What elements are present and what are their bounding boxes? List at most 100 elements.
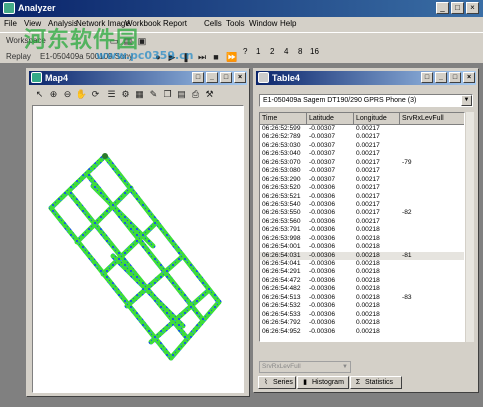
cell-time: 06:26:53:070 xyxy=(262,158,301,166)
table-row[interactable]: 06:26:53:998 -0.00306 0.00218 xyxy=(260,234,464,243)
cell-latitude: -0.00306 xyxy=(309,285,336,293)
cell-latitude: -0.00306 xyxy=(309,234,336,242)
menu-file[interactable]: File xyxy=(4,19,17,28)
column-header-srvrxlevfull[interactable]: SrvRxLevFull xyxy=(400,113,464,125)
table-window-minimize-button[interactable]: _ xyxy=(435,72,447,83)
table-row[interactable]: 06:26:52:789 -0.00307 0.00217 xyxy=(260,133,464,141)
properties-icon[interactable]: ⚒ xyxy=(203,88,216,101)
table-icon xyxy=(258,72,269,83)
table-row[interactable]: 06:26:53:290 -0.00307 0.00217 xyxy=(260,176,464,184)
series-select[interactable]: SrvRxLevFull ▼ xyxy=(259,361,351,373)
zoom-out-icon[interactable]: ⊖ xyxy=(61,88,74,101)
map-window-maximize-button[interactable]: □ xyxy=(220,72,232,83)
menu-help[interactable]: Help xyxy=(280,19,296,28)
close-button[interactable]: × xyxy=(466,2,479,14)
table-row[interactable]: 06:26:53:070 -0.00307 0.00217 -79 xyxy=(260,158,464,167)
minimize-button[interactable]: _ xyxy=(436,2,449,14)
cell-longitude: 0.00218 xyxy=(356,226,380,234)
column-header-longitude[interactable]: Longitude xyxy=(354,113,400,125)
column-header-latitude[interactable]: Latitude xyxy=(307,113,354,125)
cell-srvrxlevfull: -82 xyxy=(402,209,412,217)
series-select-value: SrvRxLevFull xyxy=(262,363,301,370)
cell-time: 06:26:53:080 xyxy=(262,167,301,175)
table-row[interactable]: 06:26:53:550 -0.00306 0.00217 -82 xyxy=(260,209,464,217)
paste-icon[interactable]: ▤ xyxy=(175,88,188,101)
table-window-restore-button[interactable]: □ xyxy=(421,72,433,83)
table-row[interactable]: 06:26:53:540 -0.00306 0.00217 xyxy=(260,201,464,209)
menu-tools[interactable]: Tools xyxy=(226,19,245,28)
table-row[interactable]: 06:26:54:482 -0.00306 0.00218 xyxy=(260,285,464,293)
map-window[interactable]: Map4 □ _ □ × ↖ ⊕ ⊖ ✋ ⟳ ☰ ⚙ ▦ ✎ ❐ ▤ ⎙ ⚒ xyxy=(26,68,250,397)
table-row[interactable]: 06:26:54:291 -0.00306 0.00218 xyxy=(260,268,464,276)
speed-help-button[interactable]: ? xyxy=(243,47,247,56)
step-forward-icon[interactable]: ⏭ xyxy=(196,51,208,63)
table-row[interactable]: 06:26:53:040 -0.00307 0.00217 xyxy=(260,150,464,158)
table-window-title-bar[interactable]: Table4 □ _ □ × xyxy=(256,71,476,85)
table-window[interactable]: Table4 □ _ □ × E1-050409a Sagem DT190/29… xyxy=(253,68,479,393)
settings-gear-icon[interactable]: ⚙ xyxy=(119,88,132,101)
menu-report[interactable]: Report xyxy=(163,19,187,28)
maximize-button[interactable]: □ xyxy=(451,2,464,14)
zoom-in-icon[interactable]: ⊕ xyxy=(47,88,60,101)
map-canvas[interactable] xyxy=(32,105,244,393)
map-window-minimize-button[interactable]: _ xyxy=(206,72,218,83)
table-window-close-button[interactable]: × xyxy=(463,72,475,83)
stop-icon[interactable]: ■ xyxy=(210,51,222,63)
table-row[interactable]: 06:26:52:599 -0.00307 0.00217 xyxy=(260,125,464,133)
table-row[interactable]: 06:26:54:031 -0.00306 0.00218 -81 xyxy=(260,251,464,260)
globe-icon xyxy=(31,72,42,83)
speed-2-button[interactable]: 2 xyxy=(270,47,274,56)
column-header-time[interactable]: Time xyxy=(260,113,307,125)
print-icon[interactable]: ⎙ xyxy=(189,88,202,101)
table-row[interactable]: 06:26:53:521 -0.00306 0.00217 xyxy=(260,193,464,201)
cell-latitude: -0.00306 xyxy=(309,310,336,318)
table-window-maximize-button[interactable]: □ xyxy=(449,72,461,83)
map-window-title-bar[interactable]: Map4 □ _ □ × xyxy=(29,71,247,85)
tab-histogram[interactable]: ▮ Histogram xyxy=(297,376,349,389)
speed-1-button[interactable]: 1 xyxy=(256,47,260,56)
speed-8-button[interactable]: 8 xyxy=(298,47,302,56)
table-row[interactable]: 06:26:53:080 -0.00307 0.00217 xyxy=(260,167,464,175)
cell-time: 06:26:53:030 xyxy=(262,141,301,149)
map-window-title: Map4 xyxy=(45,73,69,83)
device-select[interactable]: E1-050409a Sagem DT190/290 GPRS Phone (3… xyxy=(259,94,473,107)
table-row[interactable]: 06:26:54:952 -0.00306 0.00218 xyxy=(260,328,464,336)
table-row[interactable]: 06:26:54:533 -0.00306 0.00218 xyxy=(260,310,464,319)
table-row[interactable]: 06:26:54:532 -0.00306 0.00218 xyxy=(260,302,464,310)
table-row[interactable]: 06:26:53:560 -0.00306 0.00217 xyxy=(260,218,464,226)
legend-icon[interactable]: ▦ xyxy=(133,88,146,101)
table-row[interactable]: 06:26:54:472 -0.00306 0.00218 xyxy=(260,276,464,285)
speed-4-button[interactable]: 4 xyxy=(284,47,288,56)
series-chevron-down-icon[interactable]: ▼ xyxy=(340,362,350,372)
select-arrow-icon[interactable]: ↖ xyxy=(33,88,46,101)
map-window-restore-button[interactable]: □ xyxy=(192,72,204,83)
cell-longitude: 0.00218 xyxy=(356,260,380,267)
cell-longitude: 0.00217 xyxy=(356,133,380,141)
data-table[interactable]: Time Latitude Longitude SrvRxLevFull 06:… xyxy=(259,112,465,342)
menu-window[interactable]: Window xyxy=(249,19,277,28)
layers-icon[interactable]: ☰ xyxy=(105,88,118,101)
menu-cells[interactable]: Cells xyxy=(204,19,222,28)
table-row[interactable]: 06:26:54:513 -0.00306 0.00218 -83 xyxy=(260,294,464,302)
speed-16-button[interactable]: 16 xyxy=(310,47,319,56)
map-window-close-button[interactable]: × xyxy=(234,72,246,83)
find-icon[interactable]: ✎ xyxy=(147,88,160,101)
pan-hand-icon[interactable]: ✋ xyxy=(75,88,88,101)
cell-longitude: 0.00218 xyxy=(356,276,380,284)
table-row[interactable]: 06:26:53:791 -0.00306 0.00218 xyxy=(260,226,464,234)
table-row[interactable]: 06:26:53:520 -0.00306 0.00217 xyxy=(260,184,464,192)
table-row[interactable]: 06:26:54:001 -0.00306 0.00218 xyxy=(260,243,464,251)
cell-longitude: 0.00218 xyxy=(356,243,380,251)
cell-longitude: 0.00217 xyxy=(356,184,380,192)
copy-icon[interactable]: ❐ xyxy=(161,88,174,101)
refresh-icon[interactable]: ⟳ xyxy=(89,88,102,101)
chevron-down-icon[interactable]: ▼ xyxy=(461,95,472,106)
tab-statistics[interactable]: Σ Statistics xyxy=(350,376,402,389)
cell-srvrxlevfull: -81 xyxy=(402,251,412,259)
table-row[interactable]: 06:26:54:041 -0.00306 0.00218 xyxy=(260,260,464,268)
fast-forward-icon[interactable]: ⏩ xyxy=(226,51,238,63)
table-row[interactable]: 06:26:53:030 -0.00307 0.00217 xyxy=(260,141,464,150)
table-vertical-scrollbar[interactable] xyxy=(466,112,474,342)
table-row[interactable]: 06:26:54:792 -0.00306 0.00218 xyxy=(260,319,464,327)
tab-series[interactable]: ⌇ Series xyxy=(258,376,296,389)
